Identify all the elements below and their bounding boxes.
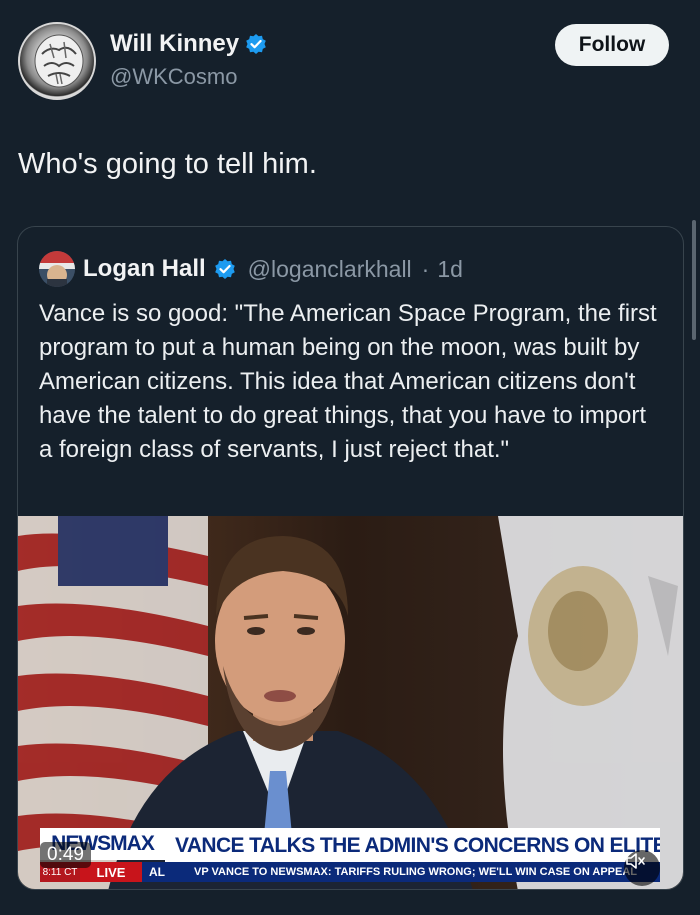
video-duration: 0:49 [40, 842, 91, 868]
tweet-text: Who's going to tell him. [18, 148, 317, 180]
quoted-tweet-header: Logan Hall @loganclarkhall · 1d [39, 251, 463, 287]
author-avatar[interactable] [18, 22, 96, 100]
quoted-timestamp[interactable]: 1d [437, 256, 463, 283]
quoted-tweet[interactable]: Logan Hall @loganclarkhall · 1d Vance is… [17, 226, 684, 890]
quoted-author-handle[interactable]: @loganclarkhall [248, 256, 412, 283]
mute-button[interactable] [624, 850, 660, 886]
chyron-segment: AL [149, 865, 165, 879]
scrollbar[interactable] [692, 220, 696, 340]
follow-button[interactable]: Follow [555, 24, 669, 66]
tweet-header: Will Kinney @WKCosmo Follow [0, 0, 700, 120]
speaker-muted-icon [626, 853, 645, 869]
quoted-author-avatar[interactable] [39, 251, 75, 287]
verified-badge-icon [245, 33, 267, 55]
video-player[interactable]: NEWSMAX VANCE TALKS THE ADMIN'S CONCERNS… [18, 516, 683, 889]
chyron-headline: VANCE TALKS THE ADMIN'S CONCERNS ON ELIT… [165, 828, 660, 864]
quoted-tweet-text: Vance is so good: "The American Space Pr… [39, 300, 657, 463]
author-handle[interactable]: @WKCosmo [110, 64, 237, 90]
author-name[interactable]: Will Kinney [110, 30, 239, 58]
quoted-verified-badge-icon [214, 258, 236, 280]
chyron-ticker: VP VANCE TO NEWSMAX: TARIFFS RULING WRON… [194, 866, 638, 878]
quoted-separator: · [421, 255, 430, 282]
author-name-row: Will Kinney [110, 30, 267, 58]
quoted-author-name[interactable]: Logan Hall [83, 255, 206, 283]
